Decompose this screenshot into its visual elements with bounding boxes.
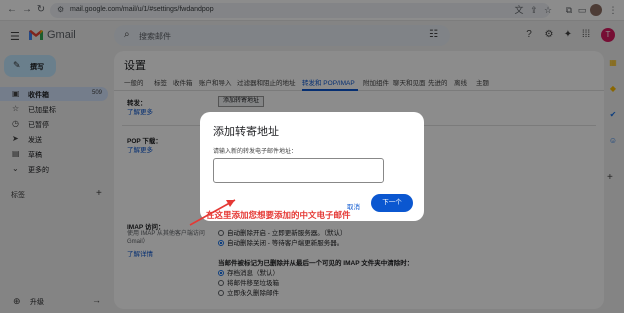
next-button[interactable]: 下一个 <box>371 194 413 212</box>
email-field-label: 请输入新的转发电子邮件地址： <box>213 149 298 155</box>
add-forwarding-dialog: 添加转寄地址 请输入新的转发电子邮件地址： 取消 下一个 <box>200 112 424 221</box>
dialog-title: 添加转寄地址 <box>213 126 279 138</box>
annotation-text: 在这里添加您想要添加的中文电子邮件 <box>206 210 351 220</box>
email-field[interactable] <box>213 158 384 183</box>
